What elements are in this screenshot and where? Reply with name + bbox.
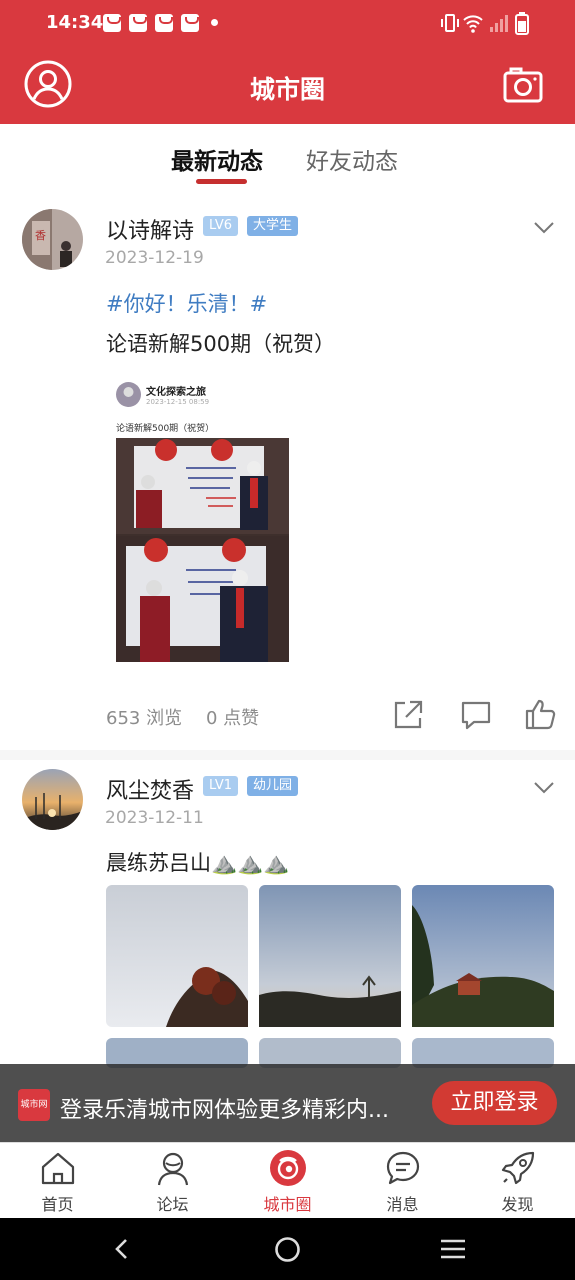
vibrate-icon xyxy=(441,14,459,32)
login-prompt-banner: 城市网 登录乐清城市网体验更多精彩内... 立即登录 xyxy=(0,1064,575,1142)
celebration-photo xyxy=(116,438,289,662)
nav-label: 城市圈 xyxy=(263,1195,312,1214)
nav-label: 发现 xyxy=(501,1195,534,1214)
level-badge: LV1 xyxy=(203,776,238,796)
bottom-nav: 首页 论坛 城市圈 消息 发现 xyxy=(0,1142,575,1218)
post-text: 晨练苏吕山⛰️⛰️⛰️ xyxy=(106,851,290,875)
nav-home[interactable]: 首页 xyxy=(0,1143,115,1219)
system-navigation-bar xyxy=(0,1218,575,1280)
nav-label: 消息 xyxy=(386,1195,419,1214)
feed-tabs: 最新动态 好友动态 xyxy=(0,124,575,196)
post-topic-link[interactable]: #你好！乐清！# xyxy=(106,288,267,318)
tab-friends[interactable]: 好友动态 xyxy=(306,142,398,176)
nav-city-circle[interactable]: 城市圈 xyxy=(230,1143,345,1219)
post-photo[interactable] xyxy=(259,885,401,1027)
page-title: 城市圈 xyxy=(249,75,325,104)
role-badge: 大学生 xyxy=(247,216,299,236)
post-date: 2023-12-11 xyxy=(105,808,204,828)
embedded-account-name: 文化探索之旅 xyxy=(146,387,206,398)
app-header: 城市圈 xyxy=(0,46,575,124)
post-text: 论语新解500期（祝贺） xyxy=(106,332,336,356)
app-logo: 城市网 xyxy=(18,1089,50,1121)
post-username[interactable]: 风尘焚香 xyxy=(106,773,194,805)
signal-icon xyxy=(490,15,508,32)
post-username[interactable]: 以诗解诗 xyxy=(106,213,194,245)
level-badge: LV6 xyxy=(203,216,238,236)
city-circle-icon xyxy=(270,1150,306,1186)
camera-icon[interactable] xyxy=(502,64,544,106)
post-photo[interactable] xyxy=(106,885,248,1027)
notification-bag-icon xyxy=(181,14,199,32)
notification-bag-icon xyxy=(155,14,173,32)
battery-icon xyxy=(515,12,529,35)
chevron-down-icon[interactable] xyxy=(533,781,555,795)
more-notifications-dot xyxy=(211,19,218,26)
forum-icon xyxy=(157,1152,189,1186)
wifi-icon xyxy=(463,15,483,33)
message-icon xyxy=(386,1151,420,1185)
nav-messages[interactable]: 消息 xyxy=(345,1143,460,1219)
nav-discover[interactable]: 发现 xyxy=(460,1143,575,1219)
recent-apps-icon[interactable] xyxy=(439,1238,467,1260)
embedded-caption: 论语新解500期（祝贺） xyxy=(116,424,215,434)
rocket-icon xyxy=(501,1151,535,1185)
view-count: 653 浏览 xyxy=(106,708,183,729)
status-bar: 14:34 xyxy=(0,0,575,46)
share-icon[interactable] xyxy=(391,698,425,732)
home-icon xyxy=(41,1152,75,1185)
post-photo[interactable] xyxy=(412,885,554,1027)
role-badge: 幼儿园 xyxy=(247,776,299,796)
user-avatar[interactable]: 香 xyxy=(22,209,83,270)
post-image[interactable]: 文化探索之旅 2023-12-15 08:59 论语新解500期（祝贺） xyxy=(106,370,306,670)
back-icon[interactable] xyxy=(110,1237,134,1261)
svg-text:香: 香 xyxy=(35,229,46,242)
post-divider xyxy=(0,750,575,760)
comment-icon[interactable] xyxy=(459,698,493,732)
notification-bag-icon xyxy=(129,14,147,32)
nav-forum[interactable]: 论坛 xyxy=(115,1143,230,1219)
nav-label: 首页 xyxy=(41,1195,74,1214)
post-date: 2023-12-19 xyxy=(105,248,204,268)
embedded-date: 2023-12-15 08:59 xyxy=(146,398,210,406)
active-tab-indicator xyxy=(196,179,247,184)
like-icon[interactable] xyxy=(524,697,558,731)
tab-latest[interactable]: 最新动态 xyxy=(171,142,263,176)
user-avatar[interactable] xyxy=(22,769,83,830)
status-time: 14:34 xyxy=(46,12,104,33)
login-button[interactable]: 立即登录 xyxy=(432,1081,557,1125)
nav-label: 论坛 xyxy=(156,1195,189,1214)
login-prompt-text: 登录乐清城市网体验更多精彩内... xyxy=(60,1098,389,1123)
like-count: 0 点赞 xyxy=(206,708,260,729)
embedded-avatar xyxy=(116,382,141,407)
home-circle-icon[interactable] xyxy=(274,1236,301,1263)
notification-bag-icon xyxy=(103,14,121,32)
chevron-down-icon[interactable] xyxy=(533,221,555,235)
